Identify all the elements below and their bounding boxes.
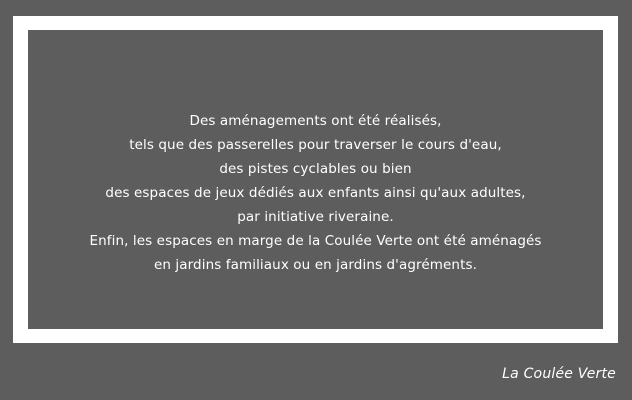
text-panel: Des aménagements ont été réalisés, tels … (28, 30, 603, 329)
paragraph-line-1: Des aménagements ont été réalisés, (189, 113, 442, 129)
paragraph-line-3: des pistes cyclables ou bien (219, 161, 412, 177)
caption: La Coulée Verte (502, 366, 616, 382)
white-frame: Des aménagements ont été réalisés, tels … (13, 16, 618, 343)
paragraph-line-7: en jardins familiaux ou en jardins d'agr… (153, 257, 478, 273)
paragraph-line-2: tels que des passerelles pour traverser … (129, 137, 502, 153)
paragraph-line-5: par initiative riveraine. (237, 209, 394, 225)
paragraph: Des aménagements ont été réalisés, tels … (28, 109, 603, 277)
paragraph-line-6: Enfin, les espaces en marge de la Coulée… (89, 233, 542, 249)
paragraph-line-4: des espaces de jeux dédiés aux enfants a… (105, 185, 526, 201)
